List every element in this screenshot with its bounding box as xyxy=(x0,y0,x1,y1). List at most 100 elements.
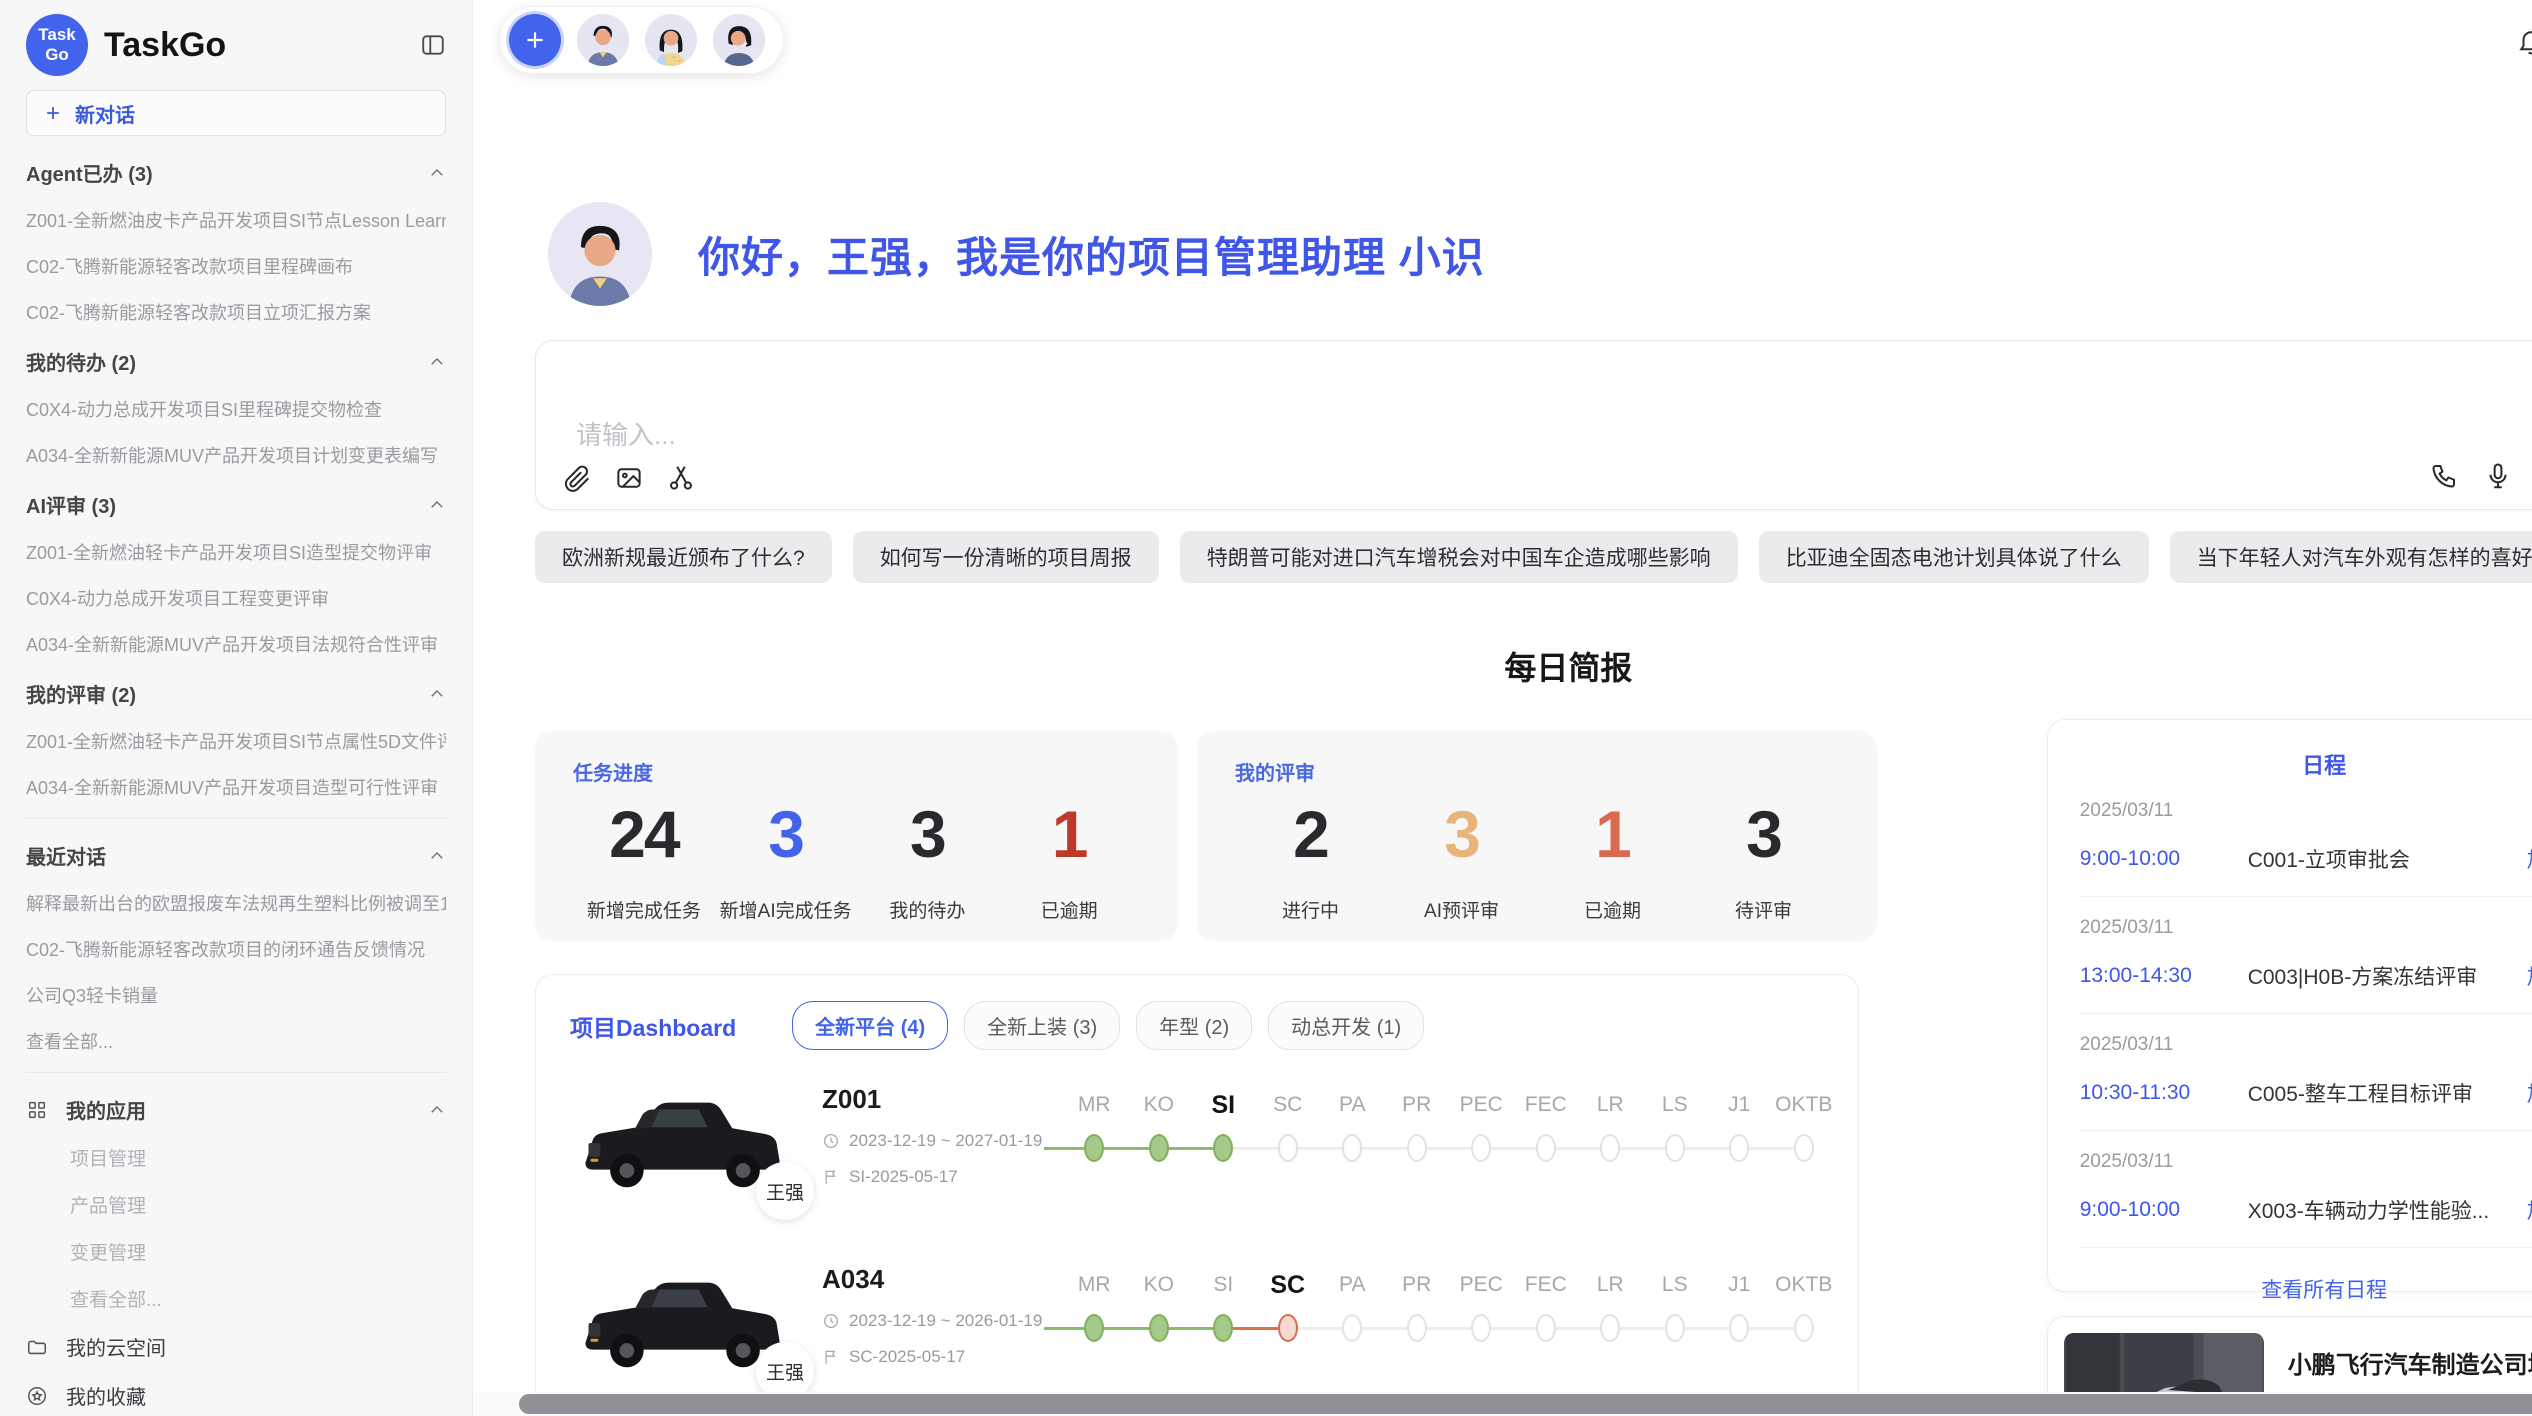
schedule-join-link[interactable]: 加入 xyxy=(2527,844,2532,874)
recent-conversation-item[interactable]: 查看全部... xyxy=(26,1028,446,1054)
project-flag-text: SI-2025-05-17 xyxy=(849,1167,958,1187)
sidebar-section-header[interactable]: AI评审 (3) xyxy=(26,490,446,519)
dashboard-tab[interactable]: 全新上装 (3) xyxy=(964,1001,1120,1050)
milestone-dot[interactable] xyxy=(1407,1134,1427,1162)
sidebar-item[interactable]: Z001-全新燃油轻卡产品开发项目SI节点属性5D文件评审 xyxy=(26,728,446,754)
sidebar-section-header[interactable]: 我的待办 (2) xyxy=(26,347,446,376)
composer-left-tools xyxy=(562,463,696,493)
milestone-dot[interactable] xyxy=(1665,1314,1685,1342)
sidebar-item[interactable]: A034-全新新能源MUV产品开发项目造型可行性评审 xyxy=(26,774,446,800)
recent-conversation-item[interactable]: 解释最新出台的欧盟报废车法规再生塑料比例被调至15%... xyxy=(26,890,446,916)
sidebar-item[interactable]: C0X4-动力总成开发项目工程变更评审 xyxy=(26,585,446,611)
sidebar-section-header[interactable]: 最近对话 xyxy=(26,841,446,870)
milestone-dot[interactable] xyxy=(1794,1314,1814,1342)
milestone-dot[interactable] xyxy=(1084,1134,1104,1162)
recent-conversation-item[interactable]: C02-飞腾新能源轻客改款项目的闭环通告反馈情况 xyxy=(26,936,446,962)
milestone-dot[interactable] xyxy=(1471,1314,1491,1342)
chevron-up-icon[interactable] xyxy=(428,353,446,371)
suggestion-chip[interactable]: 比亚迪全固态电池计划具体说了什么 xyxy=(1759,531,2149,583)
milestone-dot[interactable] xyxy=(1536,1314,1556,1342)
sidebar-collapse-icon[interactable] xyxy=(420,32,446,58)
chevron-up-icon[interactable] xyxy=(428,496,446,514)
project-code[interactable]: Z001 xyxy=(822,1084,1062,1115)
project-code[interactable]: A034 xyxy=(822,1264,1062,1295)
sidebar-item[interactable]: C02-飞腾新能源轻客改款项目里程碑画布 xyxy=(26,253,446,279)
sidebar-item[interactable]: C0X4-动力总成开发项目SI里程碑提交物检查 xyxy=(26,396,446,422)
avatar[interactable] xyxy=(645,14,697,66)
sidebar-item[interactable]: Z001-全新燃油皮卡产品开发项目SI节点Lesson Learn报告 xyxy=(26,207,446,233)
stat-label: 新增完成任务 xyxy=(573,896,715,923)
dashboard-tab[interactable]: 动总开发 (1) xyxy=(1268,1001,1424,1050)
app-menu-item[interactable]: 变更管理 xyxy=(26,1238,446,1265)
phone-icon[interactable] xyxy=(2429,461,2459,491)
notification-bell-icon[interactable] xyxy=(2516,26,2532,56)
dashboard-tab[interactable]: 年型 (2) xyxy=(1136,1001,1252,1050)
suggestion-chip[interactable]: 当下年轻人对汽车外观有怎样的喜好趋势 xyxy=(2170,531,2532,583)
chevron-up-icon[interactable] xyxy=(428,847,446,865)
project-dates-text: 2023-12-19 ~ 2026-01-19 xyxy=(849,1311,1042,1331)
sidebar-item-cloud-space[interactable]: 我的云空间 xyxy=(26,1332,446,1361)
milestone-dot[interactable] xyxy=(1149,1134,1169,1162)
paperclip-icon[interactable] xyxy=(562,463,592,493)
sidebar-section-header[interactable]: 我的评审 (2) xyxy=(26,679,446,708)
milestone-dot[interactable] xyxy=(1536,1134,1556,1162)
milestone-label: SI xyxy=(1191,1090,1256,1120)
schedule-join-link[interactable]: 加入 xyxy=(2527,1078,2532,1108)
app-menu-item[interactable]: 项目管理 xyxy=(26,1144,446,1171)
suggestion-chip[interactable]: 如何写一份清晰的项目周报 xyxy=(853,531,1159,583)
milestone-dot[interactable] xyxy=(1213,1134,1233,1162)
milestone-dot[interactable] xyxy=(1407,1314,1427,1342)
milestone-dot[interactable] xyxy=(1729,1314,1749,1342)
sidebar-section-header[interactable]: Agent已办 (3) xyxy=(26,158,446,187)
microphone-icon[interactable] xyxy=(2483,461,2513,491)
sidebar-item[interactable]: C02-飞腾新能源轻客改款项目立项汇报方案 xyxy=(26,299,446,325)
dashboard-tab[interactable]: 全新平台 (4) xyxy=(792,1001,948,1050)
sidebar-item[interactable]: A034-全新新能源MUV产品开发项目法规符合性评审 xyxy=(26,631,446,657)
view-all-schedule-link[interactable]: 查看所有日程 xyxy=(2048,1248,2532,1304)
sidebar-item-favorites[interactable]: 我的收藏 xyxy=(26,1381,446,1410)
chevron-up-icon[interactable] xyxy=(428,1101,446,1119)
chat-composer[interactable]: 请输入... xyxy=(535,340,2532,510)
milestone-dot[interactable] xyxy=(1729,1134,1749,1162)
milestone-label: SC xyxy=(1256,1270,1321,1300)
sidebar: Task Go TaskGo 新对话 Agent已办 (3)Z001-全新燃油皮… xyxy=(0,0,473,1416)
schedule-entry-row: 13:00-14:30C003|H0B-方案冻结评审加入 xyxy=(2080,961,2532,991)
milestone-label: SI xyxy=(1191,1270,1256,1300)
milestone-label: KO xyxy=(1127,1270,1192,1300)
milestone-dot[interactable] xyxy=(1278,1134,1298,1162)
sidebar-apps-title: 我的应用 xyxy=(66,1095,146,1124)
sidebar-apps-header[interactable]: 我的应用 xyxy=(26,1095,446,1124)
avatar[interactable] xyxy=(577,14,629,66)
milestone-label: PA xyxy=(1320,1270,1385,1300)
milestone-dot[interactable] xyxy=(1665,1134,1685,1162)
milestone-dot[interactable] xyxy=(1278,1314,1298,1342)
chevron-up-icon[interactable] xyxy=(428,164,446,182)
horizontal-scrollbar-thumb[interactable] xyxy=(519,1394,2532,1414)
avatar[interactable] xyxy=(713,14,765,66)
milestone-dot[interactable] xyxy=(1794,1134,1814,1162)
chevron-up-icon[interactable] xyxy=(428,685,446,703)
assistant-avatar xyxy=(548,202,652,306)
milestone-dot[interactable] xyxy=(1471,1134,1491,1162)
milestone-dot[interactable] xyxy=(1213,1314,1233,1342)
image-icon[interactable] xyxy=(614,463,644,493)
schedule-join-link[interactable]: 加入 xyxy=(2527,1195,2532,1225)
milestone-dot[interactable] xyxy=(1342,1134,1362,1162)
suggestion-chip[interactable]: 特朗普可能对进口汽车增税会对中国车企造成哪些影响 xyxy=(1180,531,1738,583)
recent-conversation-item[interactable]: 公司Q3轻卡销量 xyxy=(26,982,446,1008)
schedule-join-link[interactable]: 加入 xyxy=(2527,961,2532,991)
sidebar-item[interactable]: A034-全新新能源MUV产品开发项目计划变更表编写 xyxy=(26,442,446,468)
milestone-dot[interactable] xyxy=(1149,1314,1169,1342)
stat-value: 24 xyxy=(573,796,715,872)
sidebar-item[interactable]: Z001-全新燃油轻卡产品开发项目SI造型提交物评审 xyxy=(26,539,446,565)
scissors-icon[interactable] xyxy=(666,463,696,493)
milestone-dot[interactable] xyxy=(1600,1134,1620,1162)
milestone-dot[interactable] xyxy=(1084,1314,1104,1342)
suggestion-chip[interactable]: 欧洲新规最近颁布了什么? xyxy=(535,531,832,583)
app-menu-item[interactable]: 产品管理 xyxy=(26,1191,446,1218)
add-member-button[interactable] xyxy=(509,14,561,66)
app-menu-item[interactable]: 查看全部... xyxy=(26,1285,446,1312)
new-chat-button[interactable]: 新对话 xyxy=(26,90,446,136)
milestone-dot[interactable] xyxy=(1342,1314,1362,1342)
milestone-dot[interactable] xyxy=(1600,1314,1620,1342)
